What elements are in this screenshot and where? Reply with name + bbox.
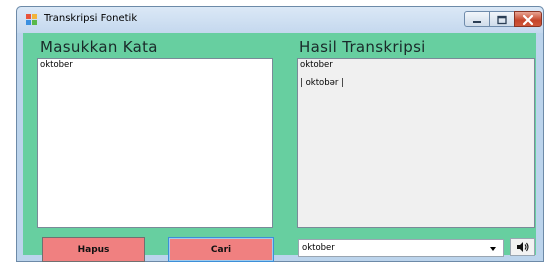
close-button[interactable]: [514, 11, 542, 27]
maximize-button[interactable]: [489, 11, 515, 27]
speaker-icon: [517, 242, 529, 252]
app-window: Transkripsi Fonetik Masukkan Kata oktobe…: [16, 6, 544, 262]
result-phonetic: | oktobər |: [300, 78, 344, 88]
maximize-icon: [497, 15, 507, 25]
hapus-button[interactable]: Hapus: [42, 237, 145, 262]
result-word: oktober: [300, 60, 333, 70]
title-bar[interactable]: Transkripsi Fonetik: [17, 7, 543, 33]
play-audio-button[interactable]: [510, 238, 535, 256]
minimize-icon: [473, 21, 481, 23]
minimize-button[interactable]: [464, 11, 490, 27]
word-select-dropdown[interactable]: oktober: [298, 239, 504, 257]
input-heading: Masukkan Kata: [40, 38, 158, 56]
close-icon: [522, 14, 534, 26]
word-input-value: oktober: [40, 60, 73, 70]
transcription-result-textarea[interactable]: oktober | oktobər |: [297, 58, 535, 228]
cari-button[interactable]: Cari: [168, 237, 274, 262]
window-title: Transkripsi Fonetik: [44, 13, 138, 24]
result-heading: Hasil Transkripsi: [299, 38, 426, 56]
chevron-down-icon: [490, 247, 496, 251]
form-client-area: Masukkan Kata oktober Hasil Transkripsi …: [23, 33, 536, 262]
word-input-textarea[interactable]: oktober: [37, 58, 273, 228]
word-select-value: oktober: [302, 243, 335, 253]
app-icon: [26, 14, 38, 25]
